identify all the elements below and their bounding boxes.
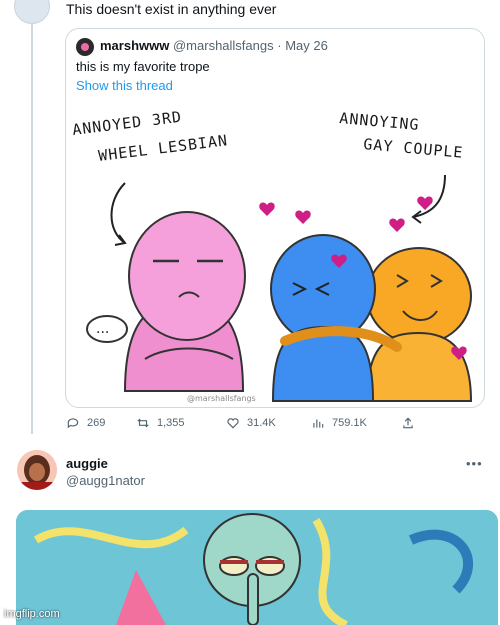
reply-icon [67, 418, 79, 429]
quoted-handle[interactable]: @marshallsfangs [173, 38, 274, 53]
quoted-date[interactable]: May 26 [285, 38, 328, 53]
reply-author-handle[interactable]: @augg1nator [66, 473, 145, 488]
quoted-tweet[interactable]: marshwww @marshallsfangs · May 26 this i… [65, 28, 485, 408]
retweet-count: 1,355 [157, 417, 185, 429]
quoted-name[interactable]: marshwww [100, 38, 169, 53]
views-button[interactable]: 759.1K [311, 416, 367, 430]
views-icon [313, 419, 324, 428]
quoted-header: marshwww @marshallsfangs · May 26 [100, 38, 328, 53]
pink-character-head [128, 211, 246, 341]
orange-character-head [366, 247, 472, 345]
thread-line [31, 24, 33, 434]
retweet-button[interactable]: 1,355 [136, 416, 185, 430]
reply-avatar[interactable] [17, 450, 57, 490]
retweet-icon [137, 418, 149, 428]
top-avatar[interactable] [14, 0, 50, 24]
reply-button[interactable]: 269 [66, 416, 105, 430]
view-count: 759.1K [332, 417, 367, 429]
show-thread-link[interactable]: Show this thread [76, 78, 173, 93]
comic-signature: @marshallsfangs [187, 394, 256, 403]
imgflip-watermark: imgflip.com [4, 608, 60, 620]
quoted-text: this is my favorite trope [76, 59, 210, 74]
comic-image[interactable]: ANNOYED 3RD WHEEL LESBIAN ANNOYING GAY C… [67, 101, 483, 406]
top-tweet: This doesn't exist in anything ever [0, 0, 500, 26]
reply-image[interactable] [16, 510, 498, 625]
heart-icon [227, 418, 239, 429]
more-options-icon[interactable]: ••• [466, 456, 483, 471]
reply-image-art [16, 510, 498, 625]
reply-avatar-image [17, 450, 57, 490]
tweet-actions: 269 1,355 31.4K 759.1K [66, 416, 416, 436]
like-count: 31.4K [247, 417, 276, 429]
share-button[interactable] [401, 416, 415, 430]
share-icon [403, 417, 413, 429]
quoted-date-separator: · [277, 38, 286, 53]
reply-count: 269 [87, 417, 106, 429]
reply-author-name[interactable]: auggie [66, 456, 108, 471]
quoted-avatar[interactable] [76, 38, 94, 56]
like-button[interactable]: 31.4K [226, 416, 276, 430]
top-tweet-text: This doesn't exist in anything ever [66, 1, 277, 17]
speech-bubble-text: ... [96, 321, 109, 337]
